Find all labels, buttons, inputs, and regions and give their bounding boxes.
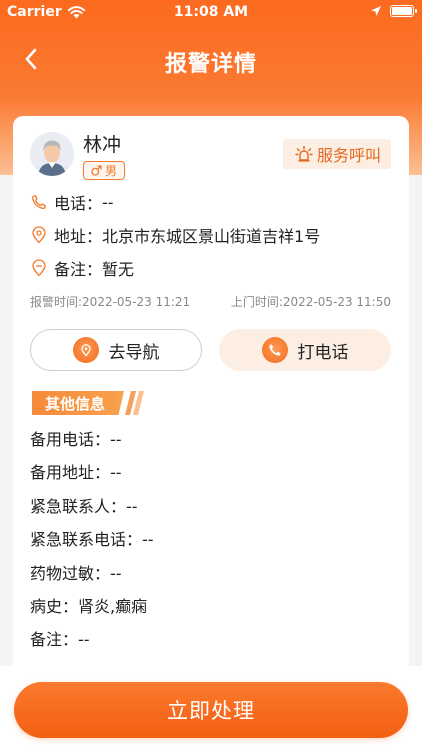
address-label: 地址： — [54, 227, 103, 246]
user-portrait-icon — [30, 132, 74, 176]
phone-label: 电话： — [54, 194, 103, 213]
phone-icon — [30, 193, 48, 211]
address-value: 北京市东城区景山街道吉祥1号 — [102, 227, 321, 246]
male-icon — [91, 165, 102, 176]
extra-label: 病史： — [30, 597, 79, 616]
status-time: 11:08 AM — [173, 4, 249, 20]
location-pin-icon — [30, 226, 48, 244]
note-pin-icon — [30, 259, 48, 277]
battery-icon — [390, 5, 417, 17]
service-call-label: 服务呼叫 — [316, 146, 381, 165]
extra-backup-phone: 备用电话：-- — [30, 426, 122, 450]
location-arrow-icon — [371, 6, 381, 16]
nav-bar: 报警详情 — [0, 38, 422, 82]
extra-label: 备注： — [30, 630, 79, 649]
handle-now-button[interactable]: 立即处理 — [14, 682, 408, 738]
remark-value: 暂无 — [102, 260, 135, 279]
extra-value: -- — [142, 530, 154, 549]
extra-label: 备用电话： — [30, 430, 111, 449]
extra-label: 紧急联系人： — [30, 497, 127, 516]
navigate-button[interactable]: 去导航 — [30, 329, 202, 371]
alarm-time-value: 2022-05-23 11:21 — [82, 295, 191, 309]
extra-value: -- — [78, 630, 90, 649]
extra-medical-history: 病史：肾炎,癫痫 — [30, 593, 147, 617]
address-row: 地址： 北京市东城区景山街道吉祥1号 — [30, 223, 320, 247]
user-name: 林冲 — [83, 134, 122, 156]
alarm-light-icon — [295, 145, 313, 162]
service-call-button[interactable]: 服务呼叫 — [282, 139, 391, 169]
extra-emergency-contact: 紧急联系人：-- — [30, 493, 138, 517]
navigation-icon — [72, 337, 99, 363]
visit-time-value: 2022-05-23 11:50 — [282, 295, 391, 309]
phone-row: 电话： -- — [30, 190, 114, 214]
extra-value: 肾炎,癫痫 — [78, 597, 148, 616]
section-title: 其他信息 — [45, 395, 106, 413]
page-title: 报警详情 — [164, 52, 257, 77]
extra-label: 备用地址： — [30, 463, 111, 482]
alarm-time-label: 报警时间: — [30, 295, 83, 309]
remark-label: 备注： — [54, 260, 103, 279]
extra-drug-allergy: 药物过敏：-- — [30, 560, 122, 584]
alarm-detail-card: 林冲 男 服务呼叫 电话： -- 地址： 北京市东城区景山街道吉祥1号 备注： … — [13, 116, 409, 686]
gender-badge: 男 — [83, 161, 126, 180]
extra-remark: 备注：-- — [30, 626, 90, 650]
status-bar: Carrier 11:08 AM — [0, 0, 422, 26]
visit-time: 上门时间:2022-05-23 11:50 — [231, 293, 391, 310]
call-button[interactable]: 打电话 — [219, 329, 391, 371]
navigate-label: 去导航 — [108, 342, 160, 363]
call-label: 打电话 — [297, 342, 349, 363]
extra-value: -- — [110, 463, 122, 482]
remark-row: 备注： 暂无 — [30, 256, 134, 280]
extra-value: -- — [110, 430, 122, 449]
extra-value: -- — [110, 564, 122, 583]
extra-value: -- — [126, 497, 138, 516]
visit-time-label: 上门时间: — [230, 295, 283, 309]
extra-emergency-phone: 紧急联系电话：-- — [30, 526, 154, 550]
alarm-time: 报警时间:2022-05-23 11:21 — [30, 293, 190, 310]
avatar — [30, 132, 74, 176]
phone-value: -- — [102, 192, 114, 212]
extra-label: 紧急联系电话： — [30, 530, 143, 549]
section-tag-other-info: 其他信息 — [32, 391, 144, 415]
extra-label: 药物过敏： — [30, 564, 111, 583]
call-phone-icon — [261, 337, 288, 363]
status-indicators — [370, 5, 417, 17]
extra-backup-address: 备用地址：-- — [30, 459, 122, 483]
gender-label: 男 — [105, 164, 118, 178]
